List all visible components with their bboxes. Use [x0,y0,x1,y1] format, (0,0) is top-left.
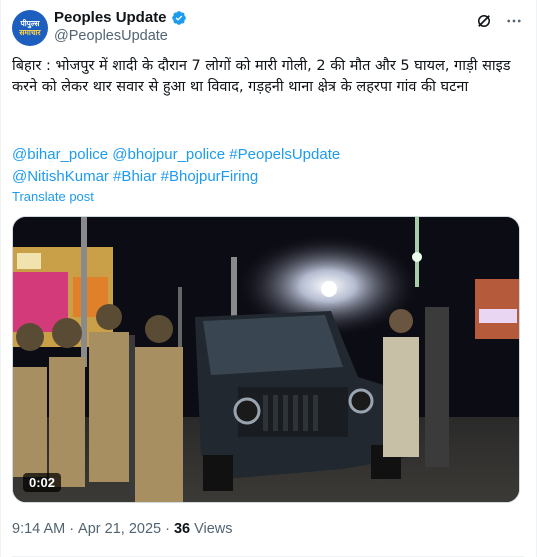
grok-icon[interactable] [474,11,494,31]
avatar[interactable]: पीपुल्स समाचार [12,10,48,46]
author-handle[interactable]: @PeoplesUpdate [54,27,187,46]
tweet-text: बिहार : भोजपुर में शादी के दौरान 7 लोगों… [12,58,511,95]
mentions-line-1: @bihar_police @bhojpur_police #PeopelsUp… [12,144,522,166]
video-duration: 0:02 [23,473,62,492]
display-name[interactable]: Peoples Update [54,8,167,27]
verified-badge-icon [171,10,187,26]
video-thumbnail [13,217,519,502]
hashtag-peopelsupdate[interactable]: #PeopelsUpdate [229,146,340,163]
avatar-text-bottom: समाचार [19,28,41,37]
mention-bihar-police[interactable]: @bihar_police [12,146,108,163]
display-name-row[interactable]: Peoples Update [54,8,187,27]
video-player[interactable]: 0:02 [12,216,520,503]
tweet-meta: 9:14 AM · Apr 21, 2025 · 36 Views [12,521,233,537]
views-count: 36 [173,521,191,537]
more-options-icon[interactable] [504,11,524,31]
mention-nitishkumar[interactable]: @NitishKumar [12,168,109,185]
header-actions [474,11,524,31]
hashtag-bhiar[interactable]: #Bhiar [113,168,156,185]
tweet-header: पीपुल्स समाचार Peoples Update @PeoplesUp… [12,8,524,48]
avatar-text-top: पीपुल्स [20,19,40,28]
meta-separator-2: · [165,521,170,537]
translate-post-link[interactable]: Translate post [12,189,94,204]
post-time[interactable]: 9:14 AM [12,521,65,537]
author-info: Peoples Update @PeoplesUpdate [54,8,187,46]
post-date[interactable]: Apr 21, 2025 [78,521,161,537]
mention-bhojpur-police[interactable]: @bhojpur_police [112,146,225,163]
tweet-mentions: @bihar_police @bhojpur_police #PeopelsUp… [12,144,522,188]
hashtag-bhojpurfiring[interactable]: #BhojpurFiring [161,168,259,185]
views-label: Views [194,521,233,537]
tweet-card: पीपुल्स समाचार Peoples Update @PeoplesUp… [0,0,537,557]
mentions-line-2: @NitishKumar #Bhiar #BhojpurFiring [12,166,522,188]
meta-separator: · [69,521,75,537]
